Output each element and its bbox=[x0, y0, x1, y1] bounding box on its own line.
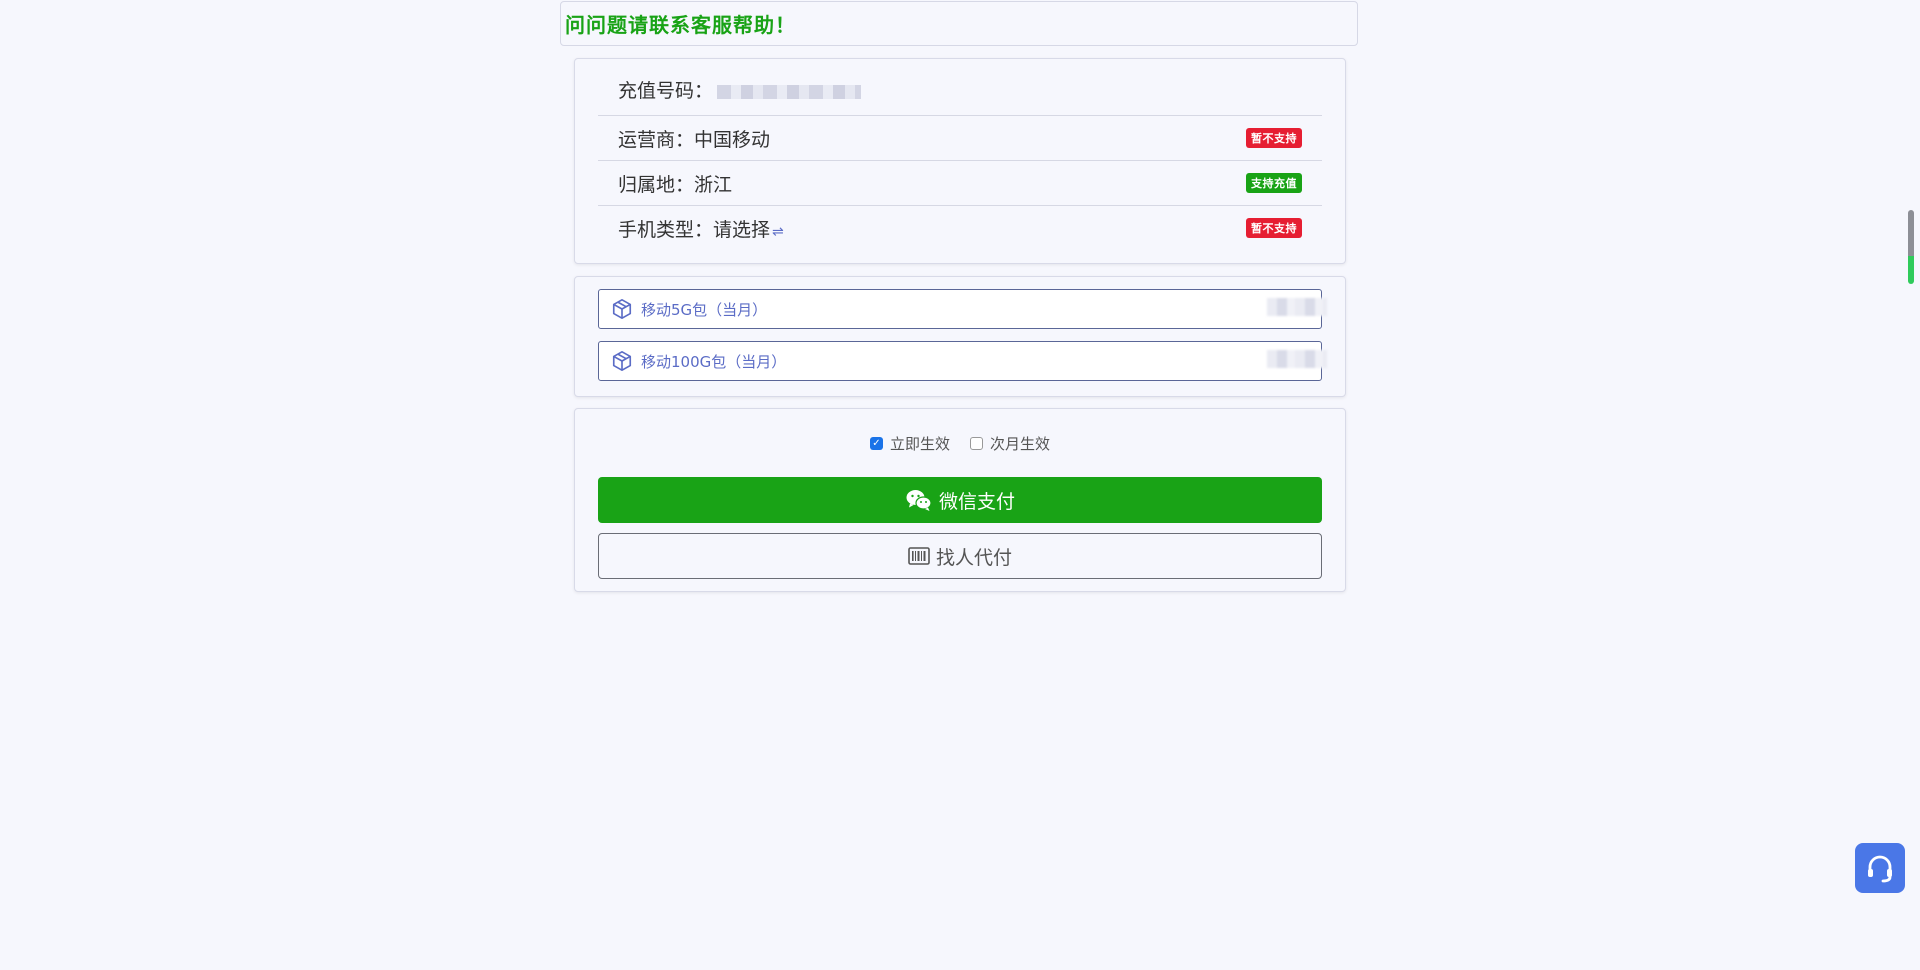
package-name: 移动5G包（当月） bbox=[641, 300, 768, 319]
customer-service-button[interactable] bbox=[1855, 843, 1905, 893]
scrollbar[interactable] bbox=[1908, 210, 1914, 284]
proxy-pay-button[interactable]: 找人代付 bbox=[598, 533, 1322, 579]
region-row: 归属地：浙江 支持充值 bbox=[598, 161, 1322, 206]
region-value: 浙江 bbox=[694, 173, 733, 196]
phone-number-label: 充值号码： bbox=[618, 80, 714, 102]
region-status-badge: 支持充值 bbox=[1246, 173, 1302, 193]
payment-card: ✓ 立即生效 次月生效 微信支付 找人代付 bbox=[574, 408, 1346, 592]
region-label: 归属地： bbox=[618, 173, 695, 196]
phone-number-masked bbox=[717, 84, 862, 99]
box-icon bbox=[612, 351, 632, 371]
carrier-row: 运营商：中国移动 暂不支持 bbox=[598, 116, 1322, 161]
wechat-icon bbox=[906, 490, 932, 511]
phone-number-row: 充值号码： bbox=[598, 59, 1322, 116]
checkbox-checked-icon[interactable]: ✓ bbox=[869, 436, 883, 450]
notice-banner: 问问题请联系客服帮助！ bbox=[560, 1, 1358, 46]
package-price-masked bbox=[1267, 298, 1327, 316]
effect-immediate-option[interactable]: ✓ 立即生效 bbox=[869, 433, 950, 454]
effect-next-month-option[interactable]: 次月生效 bbox=[970, 433, 1050, 454]
checkbox-unchecked-icon[interactable] bbox=[970, 436, 983, 450]
phone-type-row[interactable]: 手机类型：请选择 ⇌ 暂不支持 bbox=[598, 206, 1322, 250]
box-icon bbox=[612, 299, 632, 319]
phone-type-label: 手机类型： bbox=[618, 218, 714, 241]
recharge-info-card: 充值号码： 运营商：中国移动 暂不支持 归属地：浙江 支持充值 手机类型：请选择… bbox=[574, 58, 1346, 264]
package-name: 移动100G包（当月） bbox=[641, 352, 787, 371]
proxy-pay-label: 找人代付 bbox=[935, 546, 1012, 569]
wechat-pay-button[interactable]: 微信支付 bbox=[598, 477, 1322, 523]
headset-icon bbox=[1868, 855, 1892, 883]
package-option-100g[interactable]: 移动100G包（当月） bbox=[598, 341, 1327, 381]
effect-immediate-label: 立即生效 bbox=[889, 434, 950, 453]
phone-type-select[interactable]: 请选择 bbox=[713, 219, 770, 241]
carrier-status-badge: 暂不支持 bbox=[1246, 128, 1302, 148]
barcode-icon bbox=[908, 547, 930, 565]
notice-text: 问问题请联系客服帮助！ bbox=[565, 13, 796, 37]
phone-type-status-badge: 暂不支持 bbox=[1246, 218, 1302, 238]
package-list-card: 移动5G包（当月） 移动100G包（当月） bbox=[574, 276, 1346, 397]
swap-icon[interactable]: ⇌ bbox=[772, 224, 784, 240]
package-option-5g[interactable]: 移动5G包（当月） bbox=[598, 289, 1327, 329]
effect-next-month-label: 次月生效 bbox=[990, 434, 1051, 453]
wechat-pay-label: 微信支付 bbox=[938, 490, 1015, 513]
package-price-masked bbox=[1267, 350, 1327, 368]
carrier-label: 运营商： bbox=[618, 128, 695, 151]
effective-time-options: ✓ 立即生效 次月生效 bbox=[598, 409, 1322, 477]
carrier-value: 中国移动 bbox=[694, 128, 771, 151]
